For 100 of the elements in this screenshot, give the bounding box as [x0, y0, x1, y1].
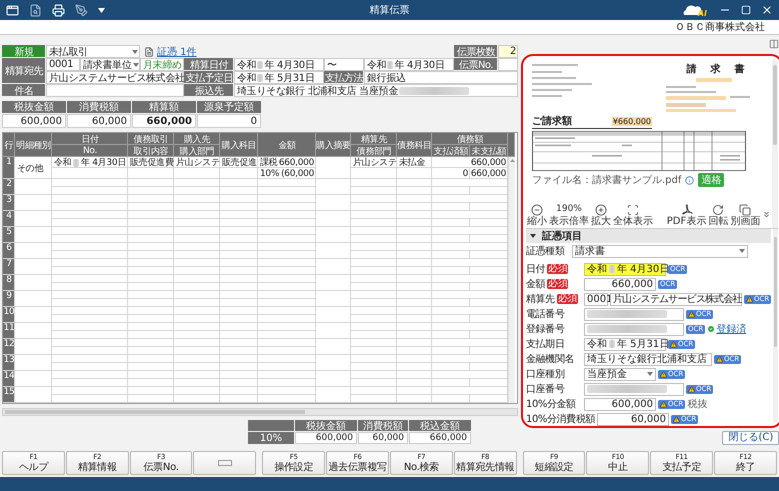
closing-value: 月末締め [140, 58, 184, 71]
evidence-link[interactable]: 証憑 1件 [157, 44, 197, 58]
company-name: ＯＢＣ商事株式会社 [675, 20, 765, 34]
check-icon [707, 325, 716, 333]
expand-icon[interactable] [762, 210, 772, 218]
column-header [248, 420, 294, 431]
panel-toggle-icon[interactable] [769, 39, 779, 49]
table-cell [397, 168, 432, 179]
date-text: 年 4月30日 [81, 156, 126, 169]
window-icon[interactable] [6, 4, 19, 16]
maximize-icon[interactable] [741, 5, 751, 15]
total-amount: ¥660,000 [612, 116, 652, 126]
blurred-value [73, 158, 80, 166]
fit-page-icon [627, 204, 639, 216]
status-link[interactable]: 登録済 [707, 322, 746, 336]
field-label: 精算先 [526, 292, 555, 306]
search-icon[interactable] [29, 4, 42, 16]
header-cell [508, 133, 515, 157]
date-field[interactable]: 令和 年 4月30日 [234, 58, 324, 71]
caret-icon[interactable] [739, 249, 745, 253]
toolbar-button[interactable]: 別画面 [730, 204, 760, 227]
payment-method-field[interactable]: 銀行振込 [364, 71, 518, 84]
tax-rate-text: 10% [260, 168, 280, 178]
caret-icon[interactable] [132, 50, 138, 54]
window-title: 精算伝票 [368, 4, 410, 17]
dropdown-icon[interactable] [98, 8, 105, 12]
column-header: 債務部門 [351, 145, 397, 157]
date-field[interactable]: 令和 年 5月31日 [234, 71, 324, 84]
field-label: 電話番号 [526, 308, 564, 321]
text-field[interactable] [584, 308, 684, 320]
era-text: 令和 [54, 156, 72, 169]
toolbar-button[interactable]: 拡大 [591, 204, 611, 227]
trade-type-dropdown[interactable]: 未払取引 [46, 45, 140, 58]
row-number: 2 [3, 179, 15, 195]
row-number: 6 [3, 243, 15, 259]
toolbar-button[interactable]: 回転 [708, 204, 728, 227]
subject-field[interactable] [46, 84, 184, 97]
pen-icon[interactable] [75, 4, 88, 16]
document-type-dropdown[interactable]: 請求書 [572, 244, 748, 258]
slip-count-value: 2 [498, 45, 518, 58]
toolbar-button[interactable]: 全体表示 [613, 204, 653, 227]
warning-icon [688, 310, 695, 318]
column-header: 取引内容 [128, 145, 174, 157]
section-title: 証憑項目 [542, 230, 582, 243]
code-field[interactable]: 0001 [584, 292, 608, 306]
amount-field[interactable]: 600,000 [584, 398, 656, 410]
name-field[interactable]: 片山システムサービス株式会社 [610, 292, 742, 306]
column-header: 行 [3, 133, 15, 157]
date-value: 年 4月30日 [394, 58, 445, 72]
era-text: 令和 [587, 262, 607, 276]
date-field[interactable]: 令和 年 4月30日 [364, 58, 454, 71]
section-header[interactable]: 証憑項目 [526, 229, 772, 243]
blurred-value [609, 340, 615, 348]
bank-field[interactable]: 埼玉りそな銀行 北浦和支店 当座預金 [234, 84, 518, 97]
vertical-scrollbar[interactable] [508, 157, 515, 403]
form-scrollbar[interactable] [773, 229, 778, 423]
info-icon[interactable] [685, 176, 694, 184]
toolbar-button[interactable]: 縮小 [527, 204, 547, 227]
table-cell: 片山システ [351, 157, 397, 168]
table-cell: 0 [432, 168, 470, 179]
toolbar-button[interactable]: PDF表示 [666, 204, 706, 227]
text-field[interactable] [584, 322, 684, 336]
caret-icon[interactable] [647, 372, 653, 376]
expand-triangle-icon[interactable] [530, 233, 536, 239]
row-header: 10% [248, 432, 294, 444]
date-value: 年 4月30日 [264, 58, 315, 72]
row-number: 9 [3, 291, 15, 307]
amount-field[interactable]: 660,000 [584, 278, 656, 290]
horizontal-scrollbar[interactable] [2, 408, 518, 416]
column-header: 金額 [258, 133, 316, 157]
qualified-tag: 適格 [698, 173, 724, 187]
total-label: ご請求額 [532, 114, 572, 128]
warning-icon [670, 340, 677, 348]
billing-unit-dropdown[interactable]: 請求書単位 [80, 58, 140, 71]
printer-icon[interactable] [52, 4, 65, 16]
text-field[interactable] [584, 382, 684, 396]
column-header: 精算額 [132, 101, 196, 113]
close-icon[interactable] [761, 4, 773, 16]
table-cell: 600,000 [295, 432, 357, 444]
row-number: 15 [3, 387, 15, 403]
slip-no-field[interactable] [498, 58, 518, 71]
date-field[interactable]: 令和 年 5月31日 [584, 338, 666, 350]
payee-name-field[interactable]: 片山システムサービス株式会社 [46, 71, 184, 84]
amount-field[interactable]: 60,000 [597, 412, 670, 426]
scroll-up-icon[interactable] [510, 159, 514, 162]
column-header: 明細種別 [15, 133, 52, 157]
tax-type-text: 課税 [260, 156, 278, 169]
preview-scrollbar[interactable] [772, 59, 778, 228]
field-label: 登録番号 [526, 322, 564, 336]
text-field[interactable]: 埼玉りそな銀行北浦和支店 [584, 352, 712, 366]
caret-icon[interactable] [132, 62, 139, 66]
field-label: 件名 [2, 84, 46, 97]
close-button[interactable]: 閉じる(C) [722, 431, 779, 445]
function-key[interactable] [193, 451, 256, 475]
range-separator: 〜 [327, 58, 337, 72]
payee-code-field[interactable]: 0001 [46, 58, 80, 71]
column-header: 税込金額 [409, 420, 471, 431]
table-cell: 販売促進 [220, 157, 258, 168]
toolbar-button[interactable]: 190% 表示倍率 [549, 203, 589, 227]
select-field[interactable]: 当座預金 [584, 368, 656, 380]
